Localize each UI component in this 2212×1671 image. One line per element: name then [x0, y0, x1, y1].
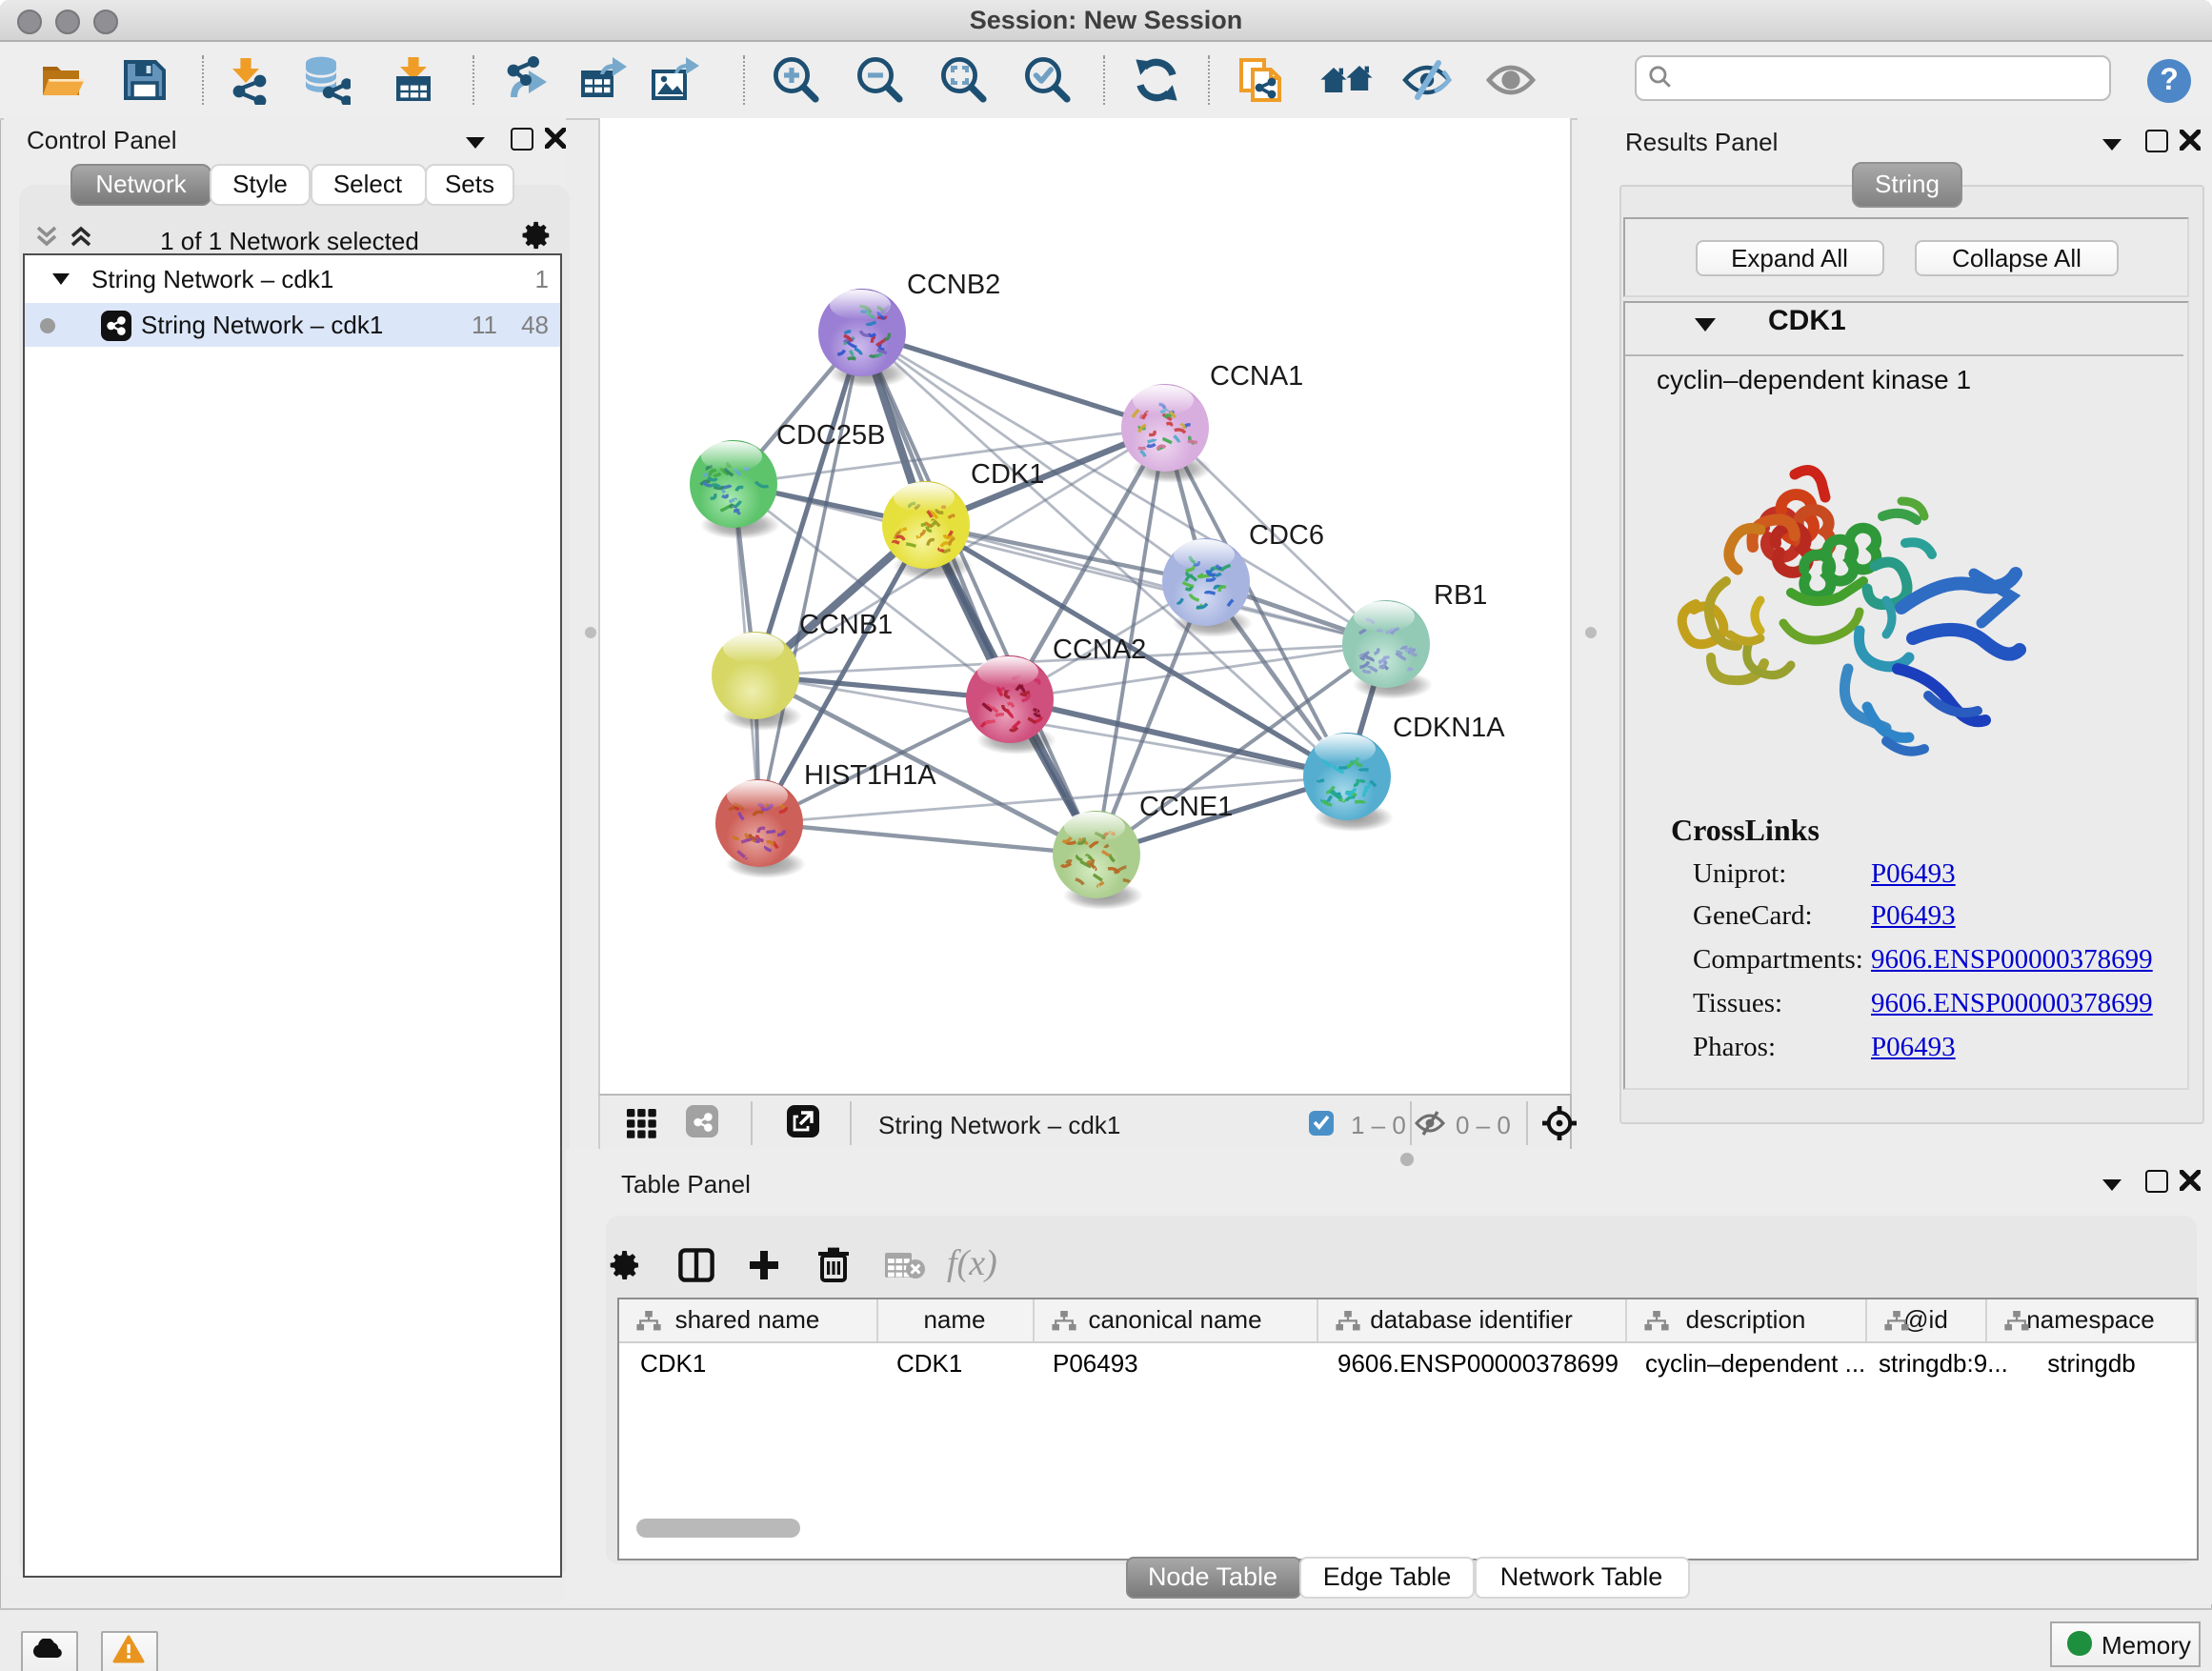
svg-text:CCNB2: CCNB2 — [907, 270, 1000, 300]
svg-text:CDC6: CDC6 — [1249, 520, 1324, 551]
svg-text:CDK1: CDK1 — [971, 459, 1044, 490]
svg-text:HIST1H1A: HIST1H1A — [804, 760, 936, 791]
svg-text:CCNA1: CCNA1 — [1210, 361, 1303, 392]
svg-text:RB1: RB1 — [1434, 580, 1487, 611]
svg-text:CDC25B: CDC25B — [776, 420, 885, 451]
svg-text:CDKN1A: CDKN1A — [1393, 713, 1505, 743]
svg-text:CCNA2: CCNA2 — [1053, 634, 1146, 665]
svg-text:CCNE1: CCNE1 — [1139, 792, 1233, 822]
svg-text:CCNB1: CCNB1 — [799, 610, 893, 640]
